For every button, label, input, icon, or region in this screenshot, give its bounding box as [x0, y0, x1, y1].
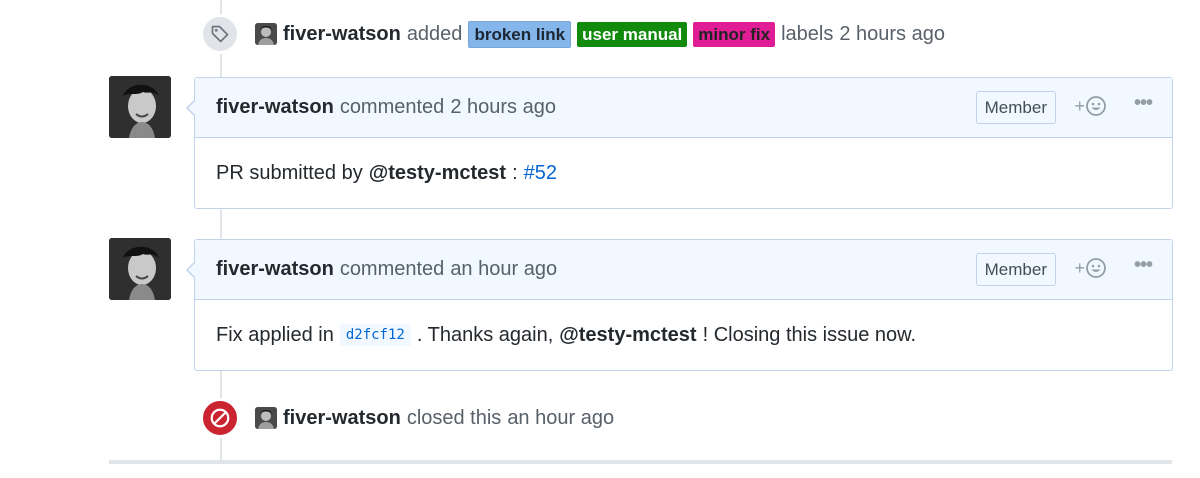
body-prefix: Fix applied in [216, 323, 334, 346]
comment-avatar[interactable] [109, 76, 171, 138]
event-author[interactable]: fiver-watson [283, 23, 401, 46]
event-time[interactable]: an hour ago [507, 407, 614, 430]
member-badge: Member [975, 91, 1056, 124]
member-badge: Member [975, 253, 1056, 286]
comment-time[interactable]: 2 hours ago [450, 96, 556, 119]
comment-author[interactable]: fiver-watson [216, 96, 334, 119]
body-separator: : [512, 161, 518, 184]
comment-body: Fix applied in d2fcf12 . Thanks again, @… [195, 300, 1172, 370]
circle-slash-icon [200, 398, 240, 438]
avatar[interactable] [255, 407, 277, 429]
kebab-horizontal-icon[interactable]: ••• [1134, 92, 1153, 115]
comment-avatar[interactable] [109, 238, 171, 300]
comment-time[interactable]: an hour ago [450, 258, 557, 281]
event-author[interactable]: fiver-watson [283, 407, 401, 430]
comment-verb: commented [339, 258, 445, 280]
body-prefix: PR submitted by [216, 161, 363, 184]
label-user-manual[interactable]: user manual [577, 21, 688, 47]
comment-author[interactable]: fiver-watson [216, 258, 334, 281]
kebab-horizontal-icon[interactable]: ••• [1134, 254, 1153, 277]
event-text: closed this [406, 406, 502, 429]
label-event: fiver-watson added broken link user manu… [200, 14, 945, 54]
issue-timeline: fiver-watson added broken link user manu… [0, 0, 1200, 478]
timeline-end-divider [109, 460, 1172, 464]
closed-event: fiver-watson closed this an hour ago [200, 398, 614, 438]
comment-header: fiver-watson commented an hour ago Membe… [195, 240, 1172, 300]
smiley-icon[interactable]: + [1074, 95, 1107, 117]
comment-box: fiver-watson commented an hour ago Membe… [186, 239, 1173, 371]
comment-box: fiver-watson commented 2 hours ago Membe… [186, 77, 1173, 209]
commit-sha-link[interactable]: d2fcf12 [339, 324, 411, 346]
label-minor-fix[interactable]: minor fix [693, 21, 776, 47]
tag-icon [200, 14, 240, 54]
label-broken-link[interactable]: broken link [468, 20, 572, 48]
comment-header: fiver-watson commented 2 hours ago Membe… [195, 78, 1172, 138]
smiley-icon[interactable]: + [1074, 257, 1107, 279]
comment-body: PR submitted by @testy-mctest : #52 [195, 138, 1172, 208]
timeline-line [220, 0, 222, 460]
user-mention[interactable]: @testy-mctest [369, 162, 506, 185]
user-mention[interactable]: @testy-mctest [559, 324, 696, 347]
event-time[interactable]: 2 hours ago [839, 23, 945, 46]
event-suffix: labels [781, 22, 834, 45]
avatar[interactable] [255, 23, 277, 45]
comment-verb: commented [339, 96, 445, 118]
body-middle: . Thanks again, [416, 323, 554, 346]
pr-link[interactable]: #52 [524, 162, 557, 185]
event-action: added [406, 22, 463, 45]
body-suffix: ! Closing this issue now. [702, 323, 917, 346]
